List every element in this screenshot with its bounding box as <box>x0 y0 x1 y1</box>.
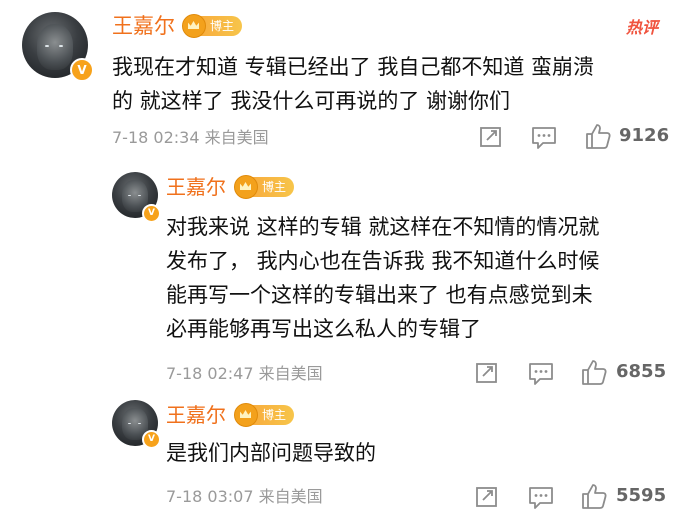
comment-text-line: 对我来说 这样的专辑 就这样在不知情的情况就 <box>166 215 600 239</box>
comment-icon[interactable] <box>528 362 554 386</box>
author-name[interactable]: 王嘉尔 <box>166 402 226 428</box>
verified-icon: V <box>142 204 161 223</box>
fan-badge: 博主 <box>234 403 295 427</box>
comment-text-line: 的 就这样了 我没什么可再说的了 谢谢你们 <box>112 89 511 113</box>
like-icon[interactable] <box>580 358 608 386</box>
crown-icon <box>234 175 258 199</box>
avatar-eye <box>138 194 141 197</box>
comment-text-line: 我现在才知道 专辑已经出了 我自己都不知道 蛮崩溃 <box>112 55 595 79</box>
like-count: 5595 <box>616 485 667 506</box>
hot-comment-tag: 热评 <box>626 18 659 37</box>
verified-icon: V <box>142 430 161 449</box>
avatar-eye <box>128 422 131 425</box>
crown-icon <box>234 403 258 427</box>
avatar-face <box>36 23 74 71</box>
verified-icon: V <box>70 58 94 82</box>
fan-badge-label: 博主 <box>262 180 287 194</box>
comment-icon[interactable] <box>531 126 557 150</box>
comment-text-line: 能再写一个这样的专辑出来了 也有点感觉到未 <box>166 283 593 307</box>
fan-badge: 博主 <box>234 175 295 199</box>
timestamp-location: 7-18 02:34 来自美国 <box>112 128 269 147</box>
fan-badge: 博主 <box>182 14 243 38</box>
avatar-eye <box>128 194 131 197</box>
share-icon[interactable] <box>475 486 499 508</box>
author-name[interactable]: 王嘉尔 <box>112 12 175 40</box>
crown-icon <box>182 14 206 38</box>
avatar-eye <box>45 44 50 47</box>
fan-badge-label: 博主 <box>262 408 287 422</box>
comment-icon[interactable] <box>528 486 554 510</box>
like-icon[interactable] <box>584 122 612 150</box>
comment-text-line: 必再能够再写出这么私人的专辑了 <box>166 317 481 341</box>
avatar-eye <box>59 44 64 47</box>
like-count: 9126 <box>619 125 670 146</box>
timestamp-location: 7-18 02:47 来自美国 <box>166 364 323 383</box>
author-name[interactable]: 王嘉尔 <box>166 174 226 200</box>
comment-text-line: 发布了， 我内心也在告诉我 我不知道什么时候 <box>166 249 600 273</box>
avatar-eye <box>138 422 141 425</box>
comment-text-line: 是我们内部问题导致的 <box>166 441 376 465</box>
fan-badge-label: 博主 <box>210 19 235 33</box>
like-count: 6855 <box>616 361 667 382</box>
share-icon[interactable] <box>475 362 499 384</box>
timestamp-location: 7-18 03:07 来自美国 <box>166 487 323 506</box>
like-icon[interactable] <box>580 482 608 510</box>
share-icon[interactable] <box>479 126 503 148</box>
